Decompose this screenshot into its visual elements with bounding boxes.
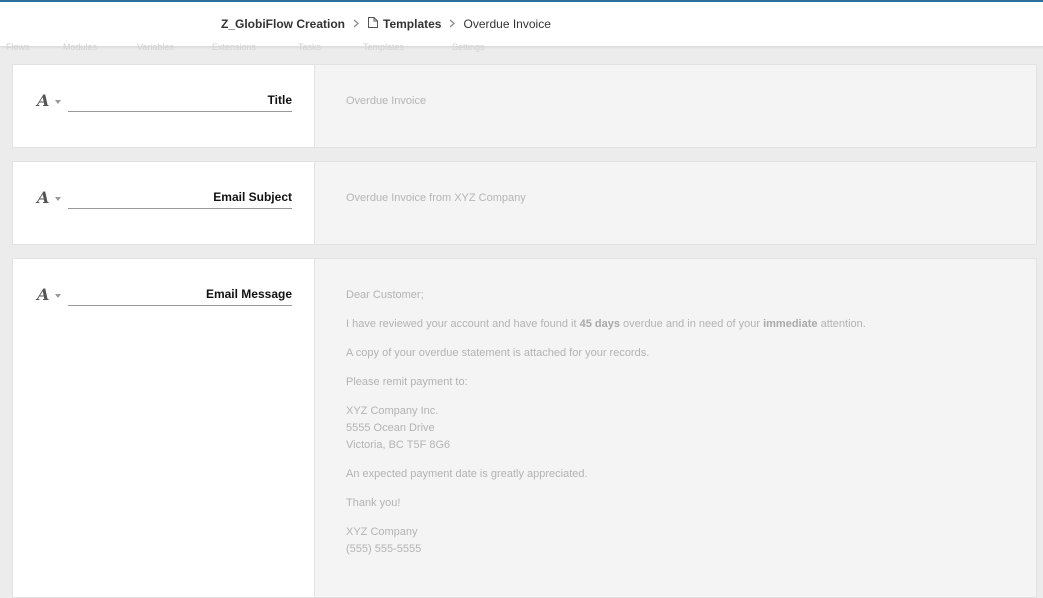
breadcrumb: Z_GlobiFlow Creation Templates Overdue I… — [221, 16, 551, 32]
subject-field-label-panel: A Email Subject — [12, 161, 314, 245]
caret-down-icon — [55, 99, 62, 104]
title-field-row: A Title Overdue Invoice — [12, 64, 1037, 148]
emphasis-word: immediate — [763, 318, 818, 330]
title-value: Overdue Invoice — [346, 95, 427, 107]
caret-down-icon — [55, 196, 62, 201]
title-label: Title — [68, 93, 292, 112]
breadcrumb-templates-link[interactable]: Templates — [383, 17, 441, 31]
nav-item-templates: Templates — [363, 42, 405, 52]
text-format-icon: A — [37, 91, 50, 110]
background-nav: Flows Modules Variables Extensions Tasks… — [0, 42, 520, 54]
text-format-icon: A — [37, 285, 50, 304]
message-paragraph-date: An expected payment date is greatly appr… — [346, 468, 588, 480]
breadcrumb-current: Overdue Invoice — [463, 17, 551, 31]
message-value-area[interactable]: Dear Customer; I have reviewed your acco… — [314, 258, 1037, 598]
field-type-dropdown[interactable]: A — [37, 188, 62, 207]
header-bar: Z_GlobiFlow Creation Templates Overdue I… — [0, 2, 1043, 47]
nav-item-flows: Flows — [6, 42, 30, 52]
nav-item-extensions: Extensions — [212, 42, 257, 52]
nav-item-tasks: Tasks — [298, 42, 322, 52]
message-label: Email Message — [68, 287, 292, 306]
field-type-dropdown[interactable]: A — [37, 91, 62, 110]
message-body: Dear Customer; I have reviewed your acco… — [346, 287, 1006, 570]
nav-item-settings: Settings — [452, 42, 485, 52]
message-signature: XYZ Company (555) 555-5555 — [346, 526, 422, 555]
chevron-right-icon — [445, 17, 459, 31]
nav-item-modules: Modules — [63, 42, 98, 52]
message-paragraph-thanks: Thank you! — [346, 497, 401, 509]
title-field-label-panel: A Title — [12, 64, 314, 148]
overdue-days: 45 days — [579, 318, 620, 330]
message-paragraph-account: I have reviewed your account and have fo… — [346, 318, 866, 330]
subject-label: Email Subject — [68, 190, 292, 209]
message-field-row: A Email Message Dear Customer; I have re… — [12, 258, 1037, 598]
subject-value: Overdue Invoice from XYZ Company — [346, 192, 526, 204]
subject-field-row: A Email Subject Overdue Invoice from XYZ… — [12, 161, 1037, 245]
field-type-dropdown[interactable]: A — [37, 285, 62, 304]
text-format-icon: A — [37, 188, 50, 207]
document-icon — [367, 16, 379, 32]
title-value-area[interactable]: Overdue Invoice — [314, 64, 1037, 148]
message-address: XYZ Company Inc. 5555 Ocean Drive Victoria… — [346, 405, 451, 451]
message-greeting: Dear Customer; — [346, 289, 424, 301]
chevron-right-icon — [349, 17, 363, 31]
breadcrumb-workspace-link[interactable]: Z_GlobiFlow Creation — [221, 17, 345, 31]
nav-item-variables: Variables — [137, 42, 174, 52]
message-paragraph-remit: Please remit payment to: — [346, 376, 468, 388]
message-paragraph-statement: A copy of your overdue statement is atta… — [346, 347, 650, 359]
subject-value-area[interactable]: Overdue Invoice from XYZ Company — [314, 161, 1037, 245]
caret-down-icon — [55, 293, 62, 298]
message-field-label-panel: A Email Message — [12, 258, 314, 598]
